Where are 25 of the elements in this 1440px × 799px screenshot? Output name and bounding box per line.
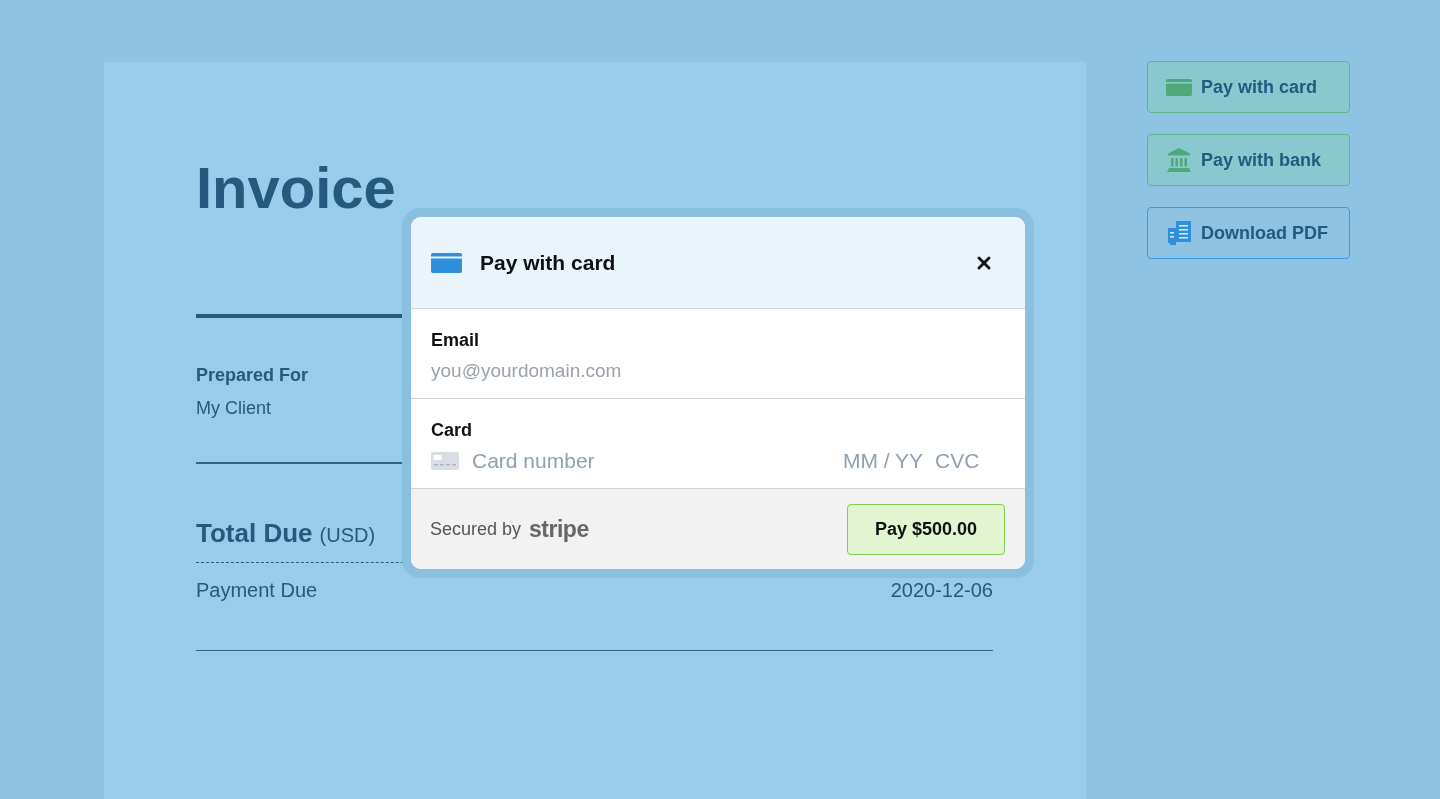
pay-button[interactable]: Pay $500.00: [847, 503, 1005, 555]
expiry-field[interactable]: MM / YY: [843, 449, 935, 473]
card-icon: [1166, 78, 1192, 96]
cvc-field[interactable]: CVC: [935, 449, 981, 473]
payment-due-label: Payment Due: [196, 579, 318, 601]
card-icon: [431, 452, 459, 470]
field-label: Card: [431, 419, 472, 441]
currency-label: (USD): [319, 522, 376, 548]
client-name: My Client: [196, 397, 271, 419]
document-icon: [1167, 221, 1191, 245]
invoice-title: Invoice: [196, 155, 396, 221]
bank-icon: [1167, 148, 1191, 172]
prepared-for-label: Prepared For: [196, 364, 309, 386]
total-due-label: Total Due: [196, 516, 313, 549]
email-field[interactable]: you@yourdomain.com: [431, 359, 1005, 383]
brand-wordmark: stripe: [529, 515, 589, 543]
card-icon: [431, 252, 462, 273]
field-label: Email: [431, 329, 480, 351]
dialog-title: Pay with card: [480, 250, 616, 275]
action-button[interactable]: Pay with bank: [1147, 134, 1350, 186]
action-button[interactable]: Download PDF: [1147, 207, 1350, 259]
action-button[interactable]: Pay with card: [1147, 61, 1350, 113]
secured-by-text: Secured by: [430, 518, 522, 540]
payment-due-date: 2020-12-06: [890, 579, 993, 601]
card-number-field[interactable]: Card number: [472, 449, 843, 473]
